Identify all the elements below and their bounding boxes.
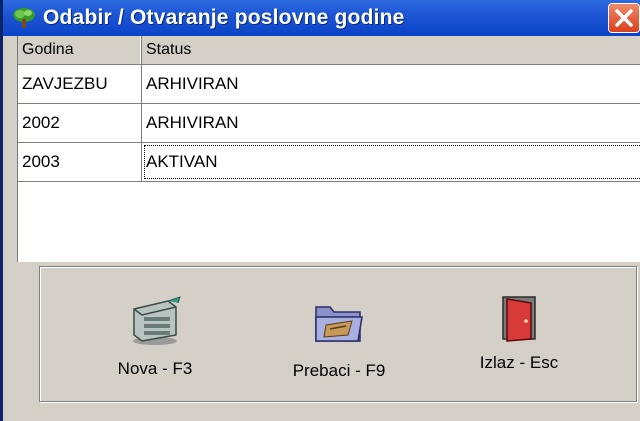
app-tree-icon xyxy=(13,8,35,28)
cell-status[interactable]: ARHIVIRAN xyxy=(142,104,640,142)
cell-status[interactable]: ARHIVIRAN xyxy=(142,65,640,103)
grid-header: Godina Status xyxy=(18,36,640,65)
server-icon xyxy=(133,296,181,345)
title-bar[interactable]: Odabir / Otvaranje poslovne godine xyxy=(3,0,640,36)
dialog-window: Odabir / Otvaranje poslovne godine Godin… xyxy=(0,0,640,421)
years-grid[interactable]: Godina Status ZAVJEZBU ARHIVIRAN 2002 AR… xyxy=(17,36,640,262)
door-icon xyxy=(502,296,536,342)
close-button[interactable] xyxy=(608,3,640,33)
table-row[interactable]: 2002 ARHIVIRAN xyxy=(18,104,640,143)
exit-button-label: Izlaz - Esc xyxy=(479,353,559,372)
action-panel: Nova - F3 Prebaci - F9 Izlaz - Esc xyxy=(39,266,637,402)
table-row[interactable]: ZAVJEZBU ARHIVIRAN xyxy=(18,65,640,104)
new-button[interactable]: Nova - F3 xyxy=(90,283,220,395)
cell-status-focused[interactable]: AKTIVAN xyxy=(142,143,640,181)
column-header-status[interactable]: Status xyxy=(142,36,640,64)
cell-godina[interactable]: 2002 xyxy=(18,104,142,142)
cell-godina[interactable]: ZAVJEZBU xyxy=(18,65,142,103)
window-title: Odabir / Otvaranje poslovne godine xyxy=(43,6,405,29)
close-icon xyxy=(615,9,633,27)
transfer-button[interactable]: Prebaci - F9 xyxy=(274,283,404,395)
folder-icon xyxy=(315,306,363,342)
column-header-godina[interactable]: Godina xyxy=(18,36,142,64)
table-row[interactable]: 2003 AKTIVAN xyxy=(18,143,640,182)
new-button-label: Nova - F3 xyxy=(117,359,193,378)
cell-godina[interactable]: 2003 xyxy=(18,143,142,181)
exit-button[interactable]: Izlaz - Esc xyxy=(454,283,584,395)
transfer-button-label: Prebaci - F9 xyxy=(292,361,386,380)
